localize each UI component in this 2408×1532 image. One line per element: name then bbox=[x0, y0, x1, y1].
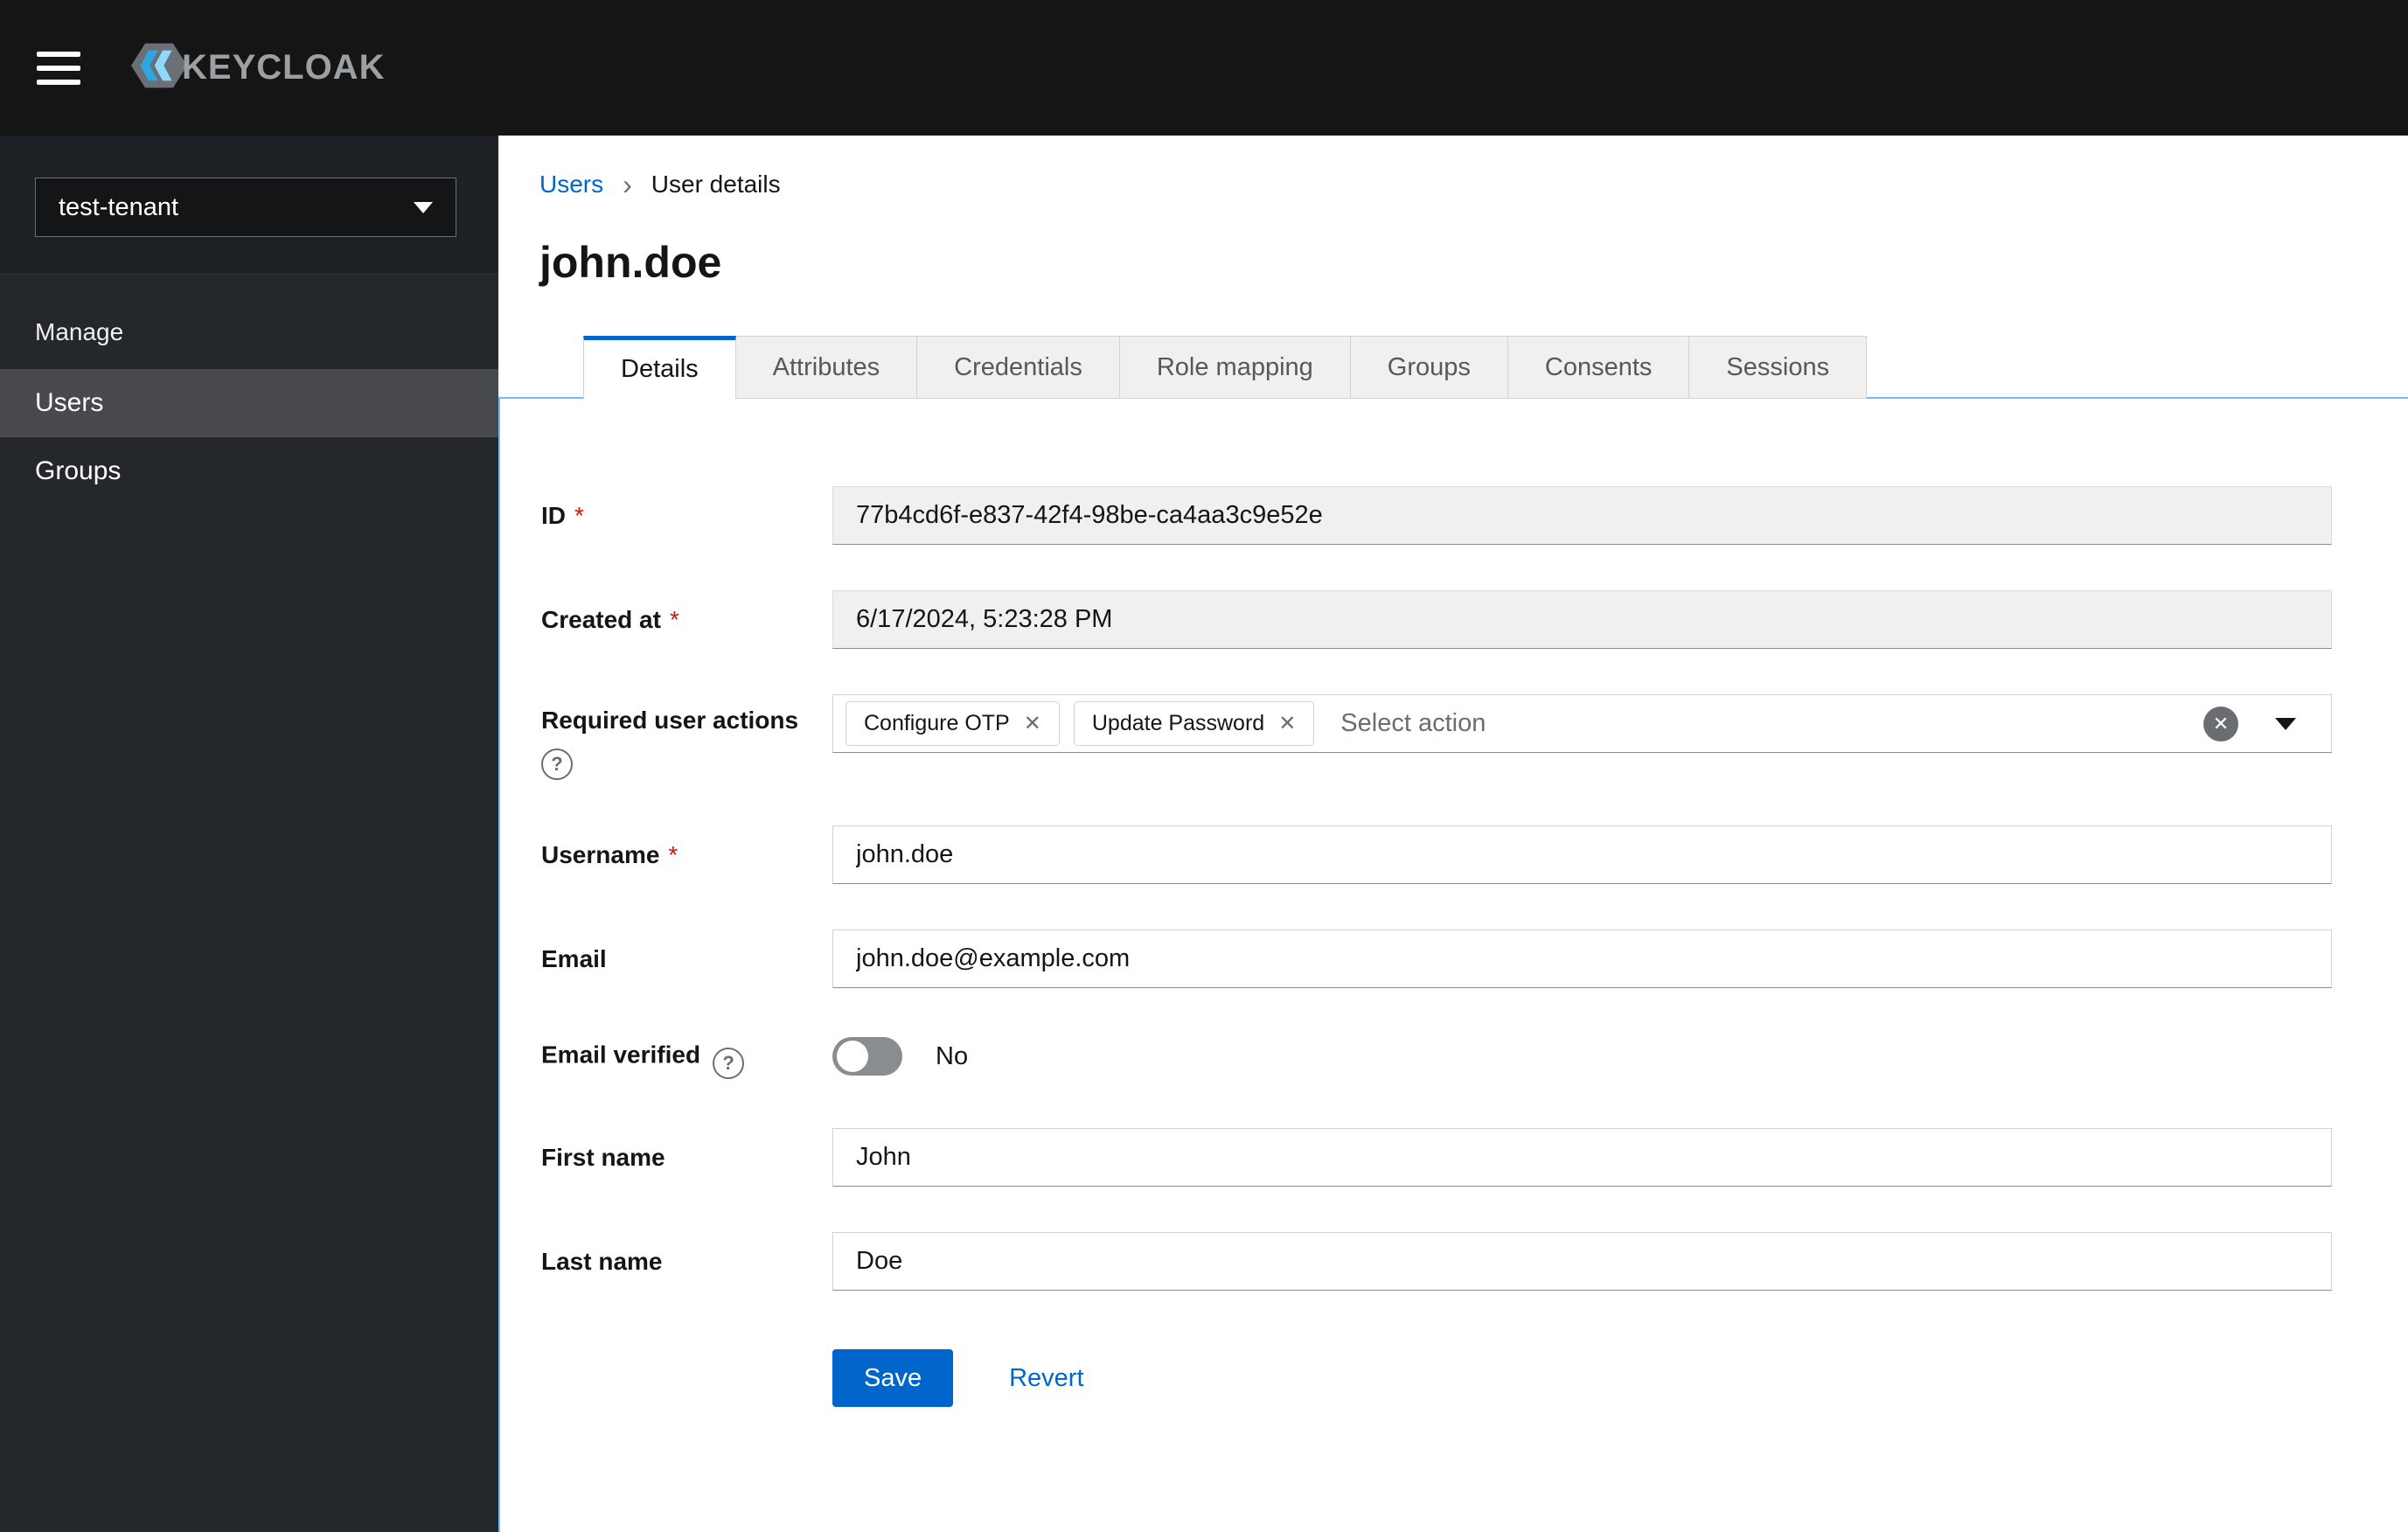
clear-all-icon[interactable]: ✕ bbox=[2203, 706, 2238, 742]
caret-down-icon[interactable] bbox=[2275, 717, 2296, 730]
form-row-username: Username * bbox=[541, 825, 2408, 884]
id-field[interactable] bbox=[832, 486, 2332, 545]
breadcrumb-current: User details bbox=[651, 171, 781, 198]
sidebar: test-tenant Manage Users Groups bbox=[0, 136, 498, 1532]
realm-selector[interactable]: test-tenant bbox=[35, 178, 456, 237]
field-label-last-name: Last name bbox=[541, 1247, 663, 1275]
sidebar-item-users[interactable]: Users bbox=[0, 369, 498, 437]
required-asterisk: * bbox=[574, 501, 584, 529]
tab-consents[interactable]: Consents bbox=[1507, 336, 1690, 399]
topbar: KEYCLOAK bbox=[0, 0, 2408, 136]
brand: KEYCLOAK bbox=[131, 38, 385, 98]
field-label-email-verified: Email verified? bbox=[541, 1034, 832, 1079]
caret-down-icon bbox=[414, 201, 433, 213]
form-row-last-name: Last name bbox=[541, 1232, 2408, 1291]
select-placeholder: Select action bbox=[1340, 709, 1486, 737]
field-label-id: ID * bbox=[541, 501, 584, 529]
form-row-email: Email bbox=[541, 930, 2408, 988]
toggle-knob bbox=[837, 1041, 868, 1072]
chip-update-password: Update Password ✕ bbox=[1073, 701, 1315, 746]
field-label-email: Email bbox=[541, 944, 607, 972]
form-row-email-verified: Email verified? No bbox=[541, 1034, 2408, 1079]
realm-selector-value: test-tenant bbox=[59, 192, 179, 221]
form-actions: Save Revert bbox=[832, 1349, 2408, 1459]
email-verified-state: No bbox=[936, 1041, 969, 1070]
sidebar-item-label: Groups bbox=[35, 456, 122, 485]
form-row-first-name: First name bbox=[541, 1128, 2408, 1187]
form-row-required-user-actions: Required user actions ? Configure OTP ✕ … bbox=[541, 694, 2408, 780]
details-panel: ID* Created at* Required user actions ? … bbox=[498, 397, 2408, 1532]
breadcrumb-separator-icon: › bbox=[623, 169, 632, 200]
tab-groups[interactable]: Groups bbox=[1350, 336, 1508, 399]
first-name-field[interactable] bbox=[832, 1128, 2332, 1187]
created-at-field[interactable] bbox=[832, 590, 2332, 649]
page-title: john.doe bbox=[539, 238, 722, 287]
tab-credentials[interactable]: Credentials bbox=[917, 336, 1120, 399]
save-button[interactable]: Save bbox=[832, 1349, 954, 1407]
breadcrumb: Users › User details bbox=[539, 171, 2408, 198]
form-row-id: ID * bbox=[541, 486, 2408, 545]
help-icon[interactable]: ? bbox=[541, 749, 573, 780]
last-name-field[interactable] bbox=[832, 1232, 2332, 1291]
email-field[interactable] bbox=[832, 930, 2332, 988]
tab-details[interactable]: Details bbox=[583, 336, 736, 399]
help-icon[interactable]: ? bbox=[713, 1048, 745, 1079]
tab-role-mapping[interactable]: Role mapping bbox=[1119, 336, 1351, 399]
revert-button[interactable]: Revert bbox=[1009, 1364, 1083, 1393]
field-label-first-name: First name bbox=[541, 1143, 665, 1171]
main-content: Users › User details john.doe Details At… bbox=[498, 136, 2408, 1532]
required-asterisk: * bbox=[668, 840, 679, 868]
select-controls: ✕ bbox=[2203, 706, 2331, 742]
breadcrumb-link-users[interactable]: Users bbox=[539, 171, 603, 198]
required-asterisk: * bbox=[669, 605, 679, 633]
tab-bar: Details Attributes Credentials Role mapp… bbox=[583, 336, 2408, 399]
username-field[interactable] bbox=[832, 825, 2332, 884]
form-row-created-at: Created at * bbox=[541, 590, 2408, 649]
keycloak-logo-icon bbox=[131, 38, 187, 98]
field-label-created-at: Created at * bbox=[541, 605, 679, 633]
field-label-required-user-actions: Required user actions ? bbox=[541, 694, 832, 780]
menu-icon[interactable] bbox=[37, 43, 80, 94]
tab-attributes[interactable]: Attributes bbox=[735, 336, 918, 399]
required-user-actions-select[interactable]: Configure OTP ✕ Update Password ✕ Select… bbox=[832, 694, 2332, 753]
realm-selector-area: test-tenant bbox=[0, 136, 498, 275]
sidebar-item-groups[interactable]: Groups bbox=[0, 437, 498, 505]
brand-text: KEYCLOAK bbox=[182, 48, 386, 87]
tab-sessions[interactable]: Sessions bbox=[1689, 336, 1868, 399]
field-label-username: Username * bbox=[541, 840, 679, 868]
chip-close-icon[interactable]: ✕ bbox=[1024, 713, 1041, 735]
nav-section-manage: Manage bbox=[35, 318, 124, 345]
email-verified-toggle[interactable] bbox=[832, 1037, 902, 1076]
chip-configure-otp: Configure OTP ✕ bbox=[846, 701, 1060, 746]
chip-close-icon[interactable]: ✕ bbox=[1278, 713, 1296, 735]
sidebar-item-label: Users bbox=[35, 388, 104, 417]
page-header: Users › User details john.doe bbox=[498, 136, 2408, 288]
